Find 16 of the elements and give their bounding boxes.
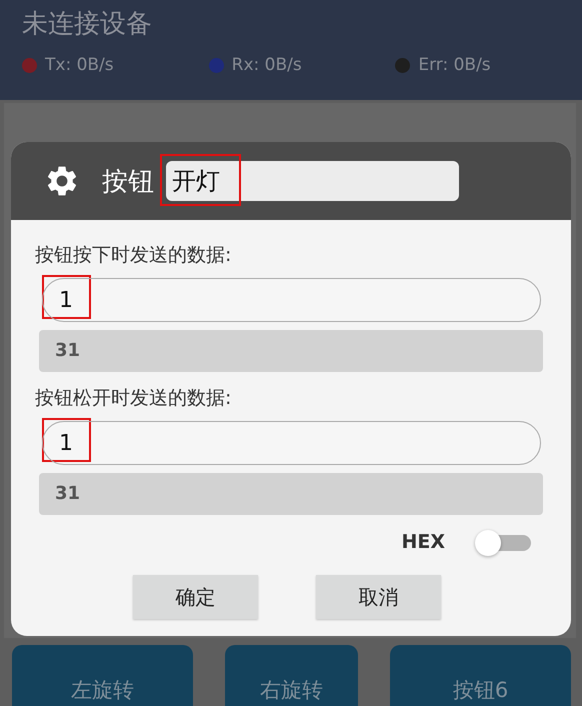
field-label: 按钮松开时发送的数据: <box>35 386 232 411</box>
hex-preview: 31 <box>39 330 543 372</box>
cancel-button[interactable]: 取消 <box>316 575 441 619</box>
button-name-field[interactable]: 开灯 <box>166 161 459 201</box>
data-input-field[interactable]: 1 <box>42 278 541 322</box>
hex-preview: 31 <box>39 473 543 515</box>
connection-title: 未连接设备 <box>22 8 153 41</box>
hex-label: HEX <box>401 531 445 553</box>
data-input-field[interactable]: 1 <box>42 421 541 465</box>
rate-label: Err: 0B/s <box>418 55 491 75</box>
rate-label: Tx: 0B/s <box>45 55 114 75</box>
confirm-button[interactable]: 确定 <box>133 575 258 619</box>
hex-toggle[interactable] <box>475 529 531 555</box>
dialog-title: 按钮 <box>102 166 154 198</box>
rate-label: Rx: 0B/s <box>232 55 302 75</box>
field-label: 按钮按下时发送的数据: <box>35 243 232 268</box>
